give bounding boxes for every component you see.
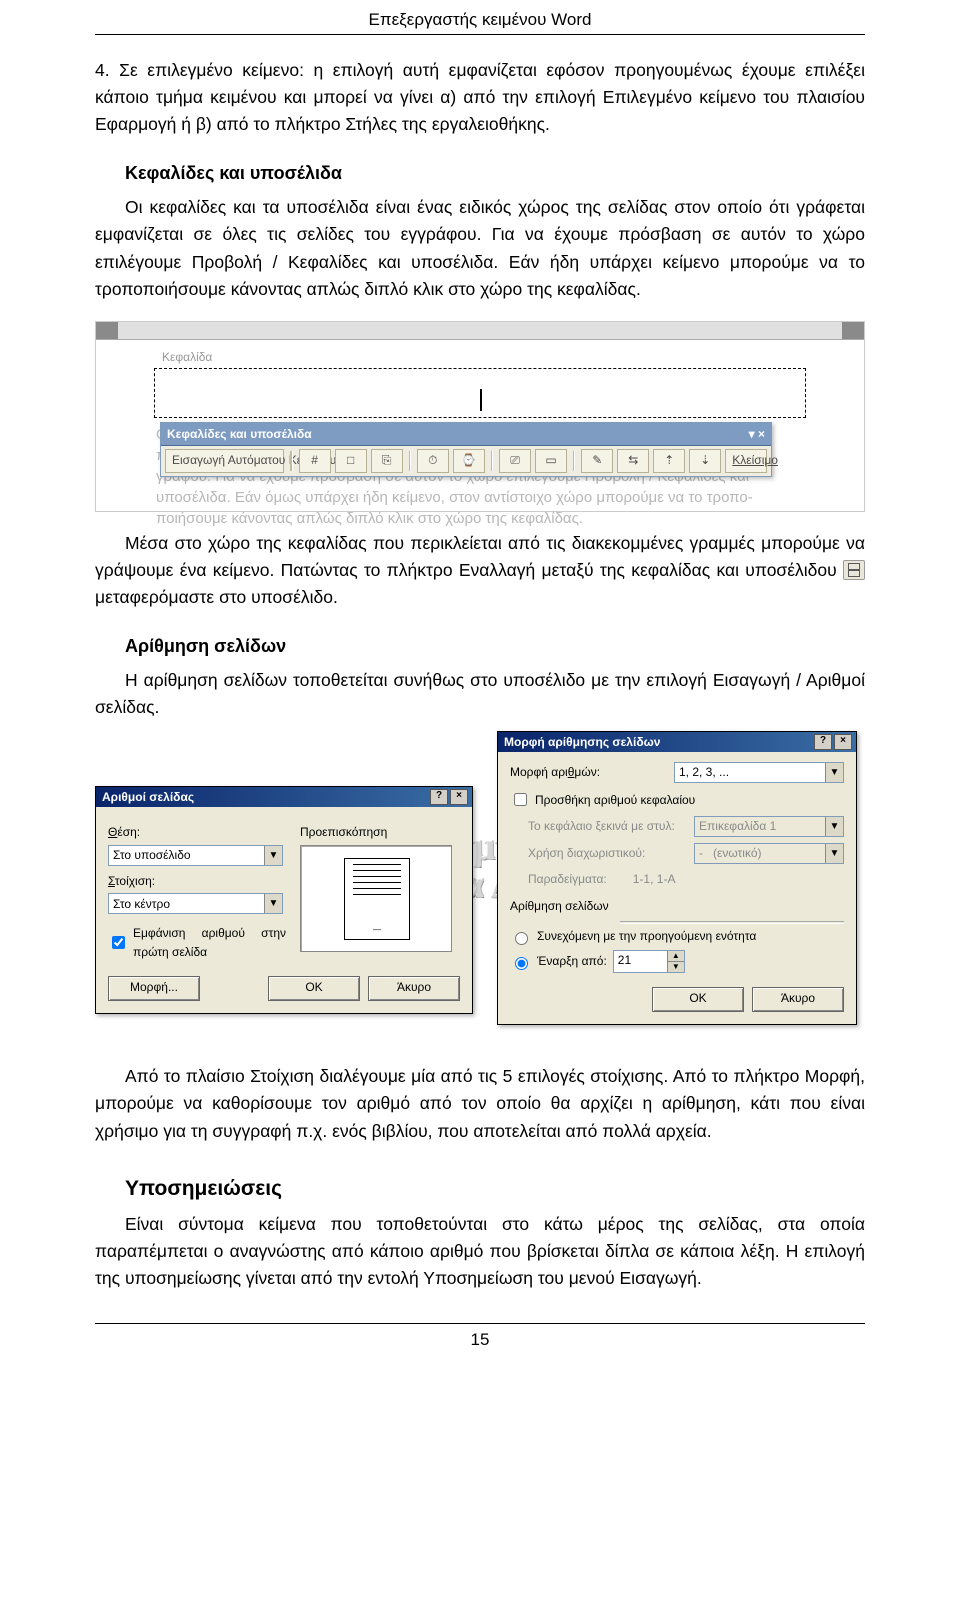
- chevron-down-icon[interactable]: ▼: [264, 894, 282, 913]
- toolbar-title: Κεφαλίδες και υποσέλιδα: [167, 427, 312, 441]
- dialogs-row: Αριθμοί σελίδας ? × Θέση: Στο υποσέλιδο …: [95, 731, 865, 1041]
- show-previous-icon[interactable]: ⇡: [653, 449, 685, 473]
- format-button[interactable]: Μορφή...: [108, 976, 200, 1001]
- page-numbers-dialog[interactable]: Αριθμοί σελίδας ? × Θέση: Στο υποσέλιδο …: [95, 786, 473, 1013]
- position-select[interactable]: Στο υποσέλιδο ▼: [108, 845, 283, 866]
- section-heading-headers-footers: Κεφαλίδες και υποσέλιδα: [95, 160, 865, 188]
- cancel-button[interactable]: Άκυρο: [368, 976, 460, 1001]
- examples-label: Παραδείγματα:: [510, 870, 607, 889]
- page-number: 15: [95, 1330, 865, 1350]
- dialog-title: Αριθμοί σελίδας: [102, 788, 194, 807]
- chevron-down-icon: ▼: [825, 817, 843, 836]
- page-numbering-group-label: Αρίθμηση σελίδων: [510, 897, 844, 916]
- continue-label: Συνεχόμενη με την προηγούμενη ενότητα: [537, 927, 756, 946]
- close-icon[interactable]: ×: [450, 789, 468, 805]
- figure-header-area: Κεφαλίδα Οι κεφαλίδες και τα υποσέλιδα ε…: [95, 321, 865, 512]
- insert-page-number-icon[interactable]: #: [299, 449, 331, 473]
- paragraph-footnotes: Είναι σύντομα κείμενα που τοποθετούνται …: [95, 1211, 865, 1292]
- start-at-radio[interactable]: [515, 957, 528, 970]
- footer-rule: [95, 1323, 865, 1324]
- chevron-down-icon[interactable]: ▼: [825, 763, 843, 782]
- separator-select: - (ενωτικό) ▼: [694, 843, 844, 864]
- mini-page-icon: —: [344, 858, 410, 940]
- show-on-first-page-label: Εμφάνιση αριθμού στην πρώτη σελίδα: [133, 924, 286, 961]
- format-page-number-icon[interactable]: ⎘: [371, 449, 403, 473]
- switch-header-footer-inline-icon: [843, 560, 865, 580]
- header-zone-label: Κεφαλίδα: [162, 348, 834, 367]
- ok-button[interactable]: OK: [268, 976, 360, 1001]
- insert-pages-count-icon[interactable]: □: [335, 449, 367, 473]
- preview-label: Προεπισκόπηση: [300, 823, 460, 842]
- paragraph-headers-footers: Οι κεφαλίδες και τα υποσέλιδα είναι ένας…: [95, 194, 865, 303]
- include-chapter-label: Προσθήκη αριθμού κεφαλαίου: [535, 791, 695, 810]
- cancel-button[interactable]: Άκυρο: [752, 987, 844, 1012]
- show-next-icon[interactable]: ⇣: [689, 449, 721, 473]
- insert-autotext-button[interactable]: Εισαγωγή Αυτόματου Κειμένου ▾: [165, 449, 284, 473]
- same-as-previous-icon[interactable]: ✎: [581, 449, 613, 473]
- include-chapter-checkbox[interactable]: [514, 793, 527, 806]
- start-at-label: Έναρξη από:: [537, 952, 607, 971]
- show-hide-text-icon[interactable]: ▭: [535, 449, 567, 473]
- separator-label: Χρήση διαχωριστικού:: [510, 844, 680, 863]
- paragraph-alignment-format: Από το πλαίσιο Στοίχιση διαλέγουμε μία α…: [95, 1063, 865, 1144]
- help-icon[interactable]: ?: [430, 789, 448, 805]
- preview-box: —: [300, 845, 452, 952]
- continue-radio[interactable]: [515, 932, 528, 945]
- header-rule: [95, 34, 865, 35]
- number-format-select[interactable]: 1, 2, 3, ... ▼: [674, 762, 844, 783]
- spin-up-icon[interactable]: ▲: [668, 951, 684, 961]
- header-edit-area[interactable]: [154, 368, 806, 418]
- page-setup-icon[interactable]: ⎚: [499, 449, 531, 473]
- chapter-style-label: Το κεφάλαιο ξεκινά με στυλ:: [510, 817, 680, 836]
- position-label: Θέση:: [108, 823, 286, 842]
- show-on-first-page-checkbox[interactable]: [112, 936, 125, 949]
- examples-value: 1-1, 1-A: [633, 870, 676, 889]
- ruler: [96, 322, 864, 340]
- insert-date-icon[interactable]: ⏱: [417, 449, 449, 473]
- toolbar-close-button[interactable]: Κλείσιμο: [725, 449, 767, 473]
- text-cursor-icon: [480, 389, 482, 411]
- alignment-label: Στοίχιση:: [108, 872, 286, 891]
- running-header: Επεξεργαστής κειμένου Word: [95, 0, 865, 34]
- paragraph-after-figure: Μέσα στο χώρο της κεφαλίδας που περικλεί…: [95, 530, 865, 611]
- chevron-down-icon[interactable]: ▼: [264, 846, 282, 865]
- number-format-label: Μορφή αριθμών:: [510, 763, 660, 782]
- toolbar-close-x-icon[interactable]: ▾ ×: [749, 425, 765, 444]
- section-heading-footnotes: Υποσημειώσεις: [95, 1173, 865, 1206]
- ok-button[interactable]: OK: [652, 987, 744, 1012]
- close-icon[interactable]: ×: [834, 734, 852, 750]
- start-at-input[interactable]: 21 ▲ ▼: [613, 950, 685, 973]
- header-footer-toolbar[interactable]: Κεφαλίδες και υποσέλιδα ▾ × Εισαγωγή Αυτ…: [160, 422, 772, 478]
- chapter-style-select: Επικεφαλίδα 1 ▼: [694, 816, 844, 837]
- insert-time-icon[interactable]: ⌚: [453, 449, 485, 473]
- switch-header-footer-icon[interactable]: ⇆: [617, 449, 649, 473]
- chevron-down-icon: ▼: [825, 844, 843, 863]
- help-icon[interactable]: ?: [814, 734, 832, 750]
- dialog-title: Μορφή αρίθμησης σελίδων: [504, 733, 660, 752]
- section-heading-page-numbering: Αρίθμηση σελίδων: [95, 633, 865, 661]
- paragraph-item-4: 4. Σε επιλεγμένο κείμενο: η επιλογή αυτή…: [95, 57, 865, 138]
- alignment-select[interactable]: Στο κέντρο ▼: [108, 893, 283, 914]
- paragraph-page-numbering: Η αρίθμηση σελίδων τοποθετείται συνήθως …: [95, 667, 865, 721]
- spin-down-icon[interactable]: ▼: [668, 961, 684, 972]
- page-number-format-dialog[interactable]: Μορφή αρίθμησης σελίδων ? × Μορφή αριθμώ…: [497, 731, 857, 1025]
